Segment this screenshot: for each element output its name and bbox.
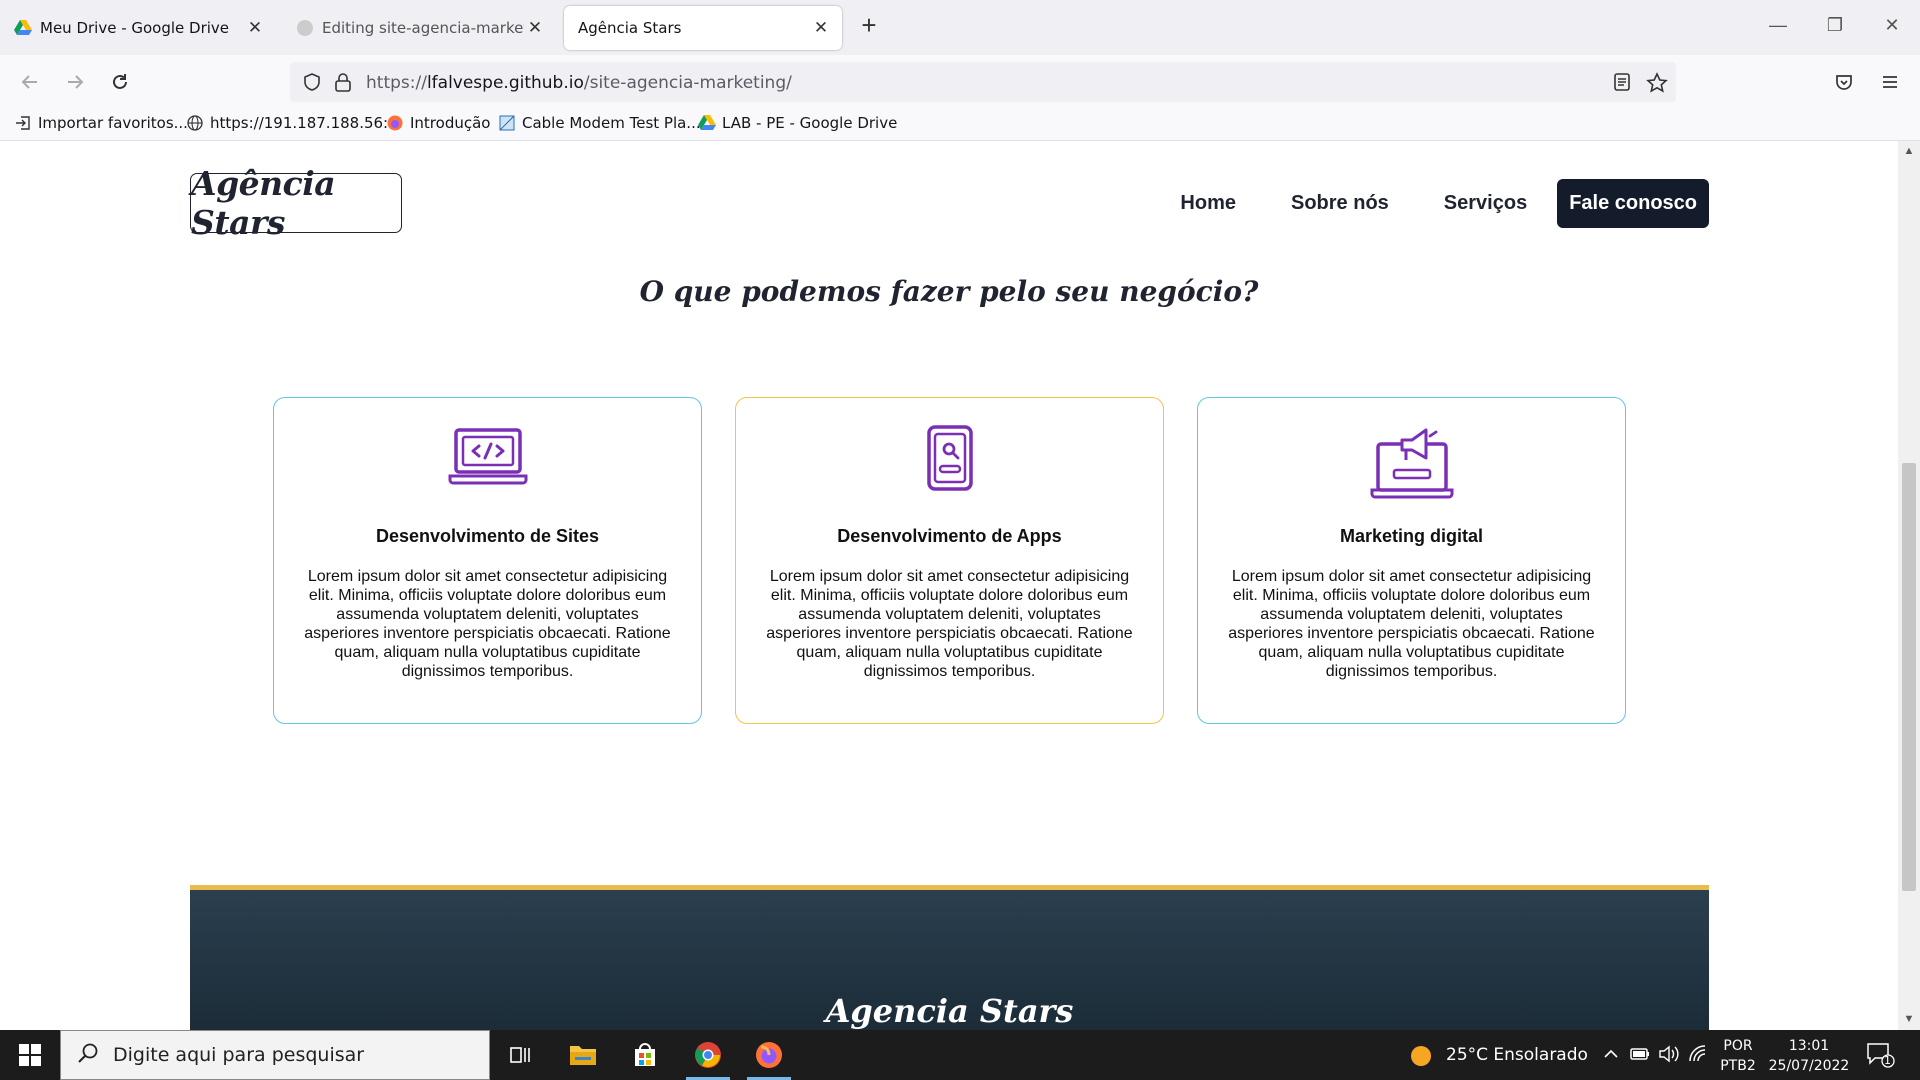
close-tab-icon[interactable]: ✕ (244, 17, 266, 39)
system-clock[interactable]: 13:01 25/07/2022 (1764, 1036, 1854, 1076)
service-card-sites: Desenvolvimento de Sites Lorem ipsum dol… (273, 397, 702, 724)
site-nav: Home Sobre nós Serviços Fale conosco (1125, 178, 1709, 228)
nav-about[interactable]: Sobre nós (1291, 192, 1389, 215)
service-card-apps: Desenvolvimento de Apps Lorem ipsum dolo… (735, 397, 1164, 724)
minimize-icon[interactable]: — (1758, 10, 1798, 40)
card-title: Marketing digital (1339, 526, 1483, 546)
menu-icon[interactable] (1874, 66, 1906, 98)
navigation-toolbar: https://lfalvespe.github.io/site-agencia… (0, 55, 1920, 107)
task-view-icon[interactable] (492, 1030, 548, 1080)
scrollbar-thumb[interactable] (1902, 463, 1916, 891)
google-drive-icon (698, 114, 716, 132)
footer-title: Agencia Stars (825, 992, 1074, 1030)
card-title: Desenvolvimento de Apps (837, 526, 1062, 546)
language-indicator[interactable]: POR PTB2 (1716, 1036, 1760, 1076)
restore-icon[interactable]: ❐ (1815, 10, 1855, 40)
smartphone-search-icon (925, 424, 975, 497)
url-text: https://lfalvespe.github.io/site-agencia… (366, 73, 792, 93)
nav-home[interactable]: Home (1180, 192, 1236, 215)
chrome-icon[interactable] (680, 1030, 736, 1080)
forward-icon[interactable] (59, 66, 91, 98)
bookmark-lab-drive[interactable]: LAB - PE - Google Drive (698, 114, 897, 132)
new-tab-button[interactable]: + (856, 12, 882, 39)
microsoft-store-icon[interactable] (617, 1030, 673, 1080)
bookmark-star-icon[interactable] (1646, 72, 1668, 99)
tab-agencia-stars[interactable]: Agência Stars ✕ (564, 6, 842, 50)
tab-editing[interactable]: Editing site-agencia-marketing/ ✕ (282, 6, 556, 50)
site-footer: Agencia Stars (190, 885, 1709, 1030)
firefox-icon (386, 114, 404, 132)
page-viewport: Agência Stars Home Sobre nós Serviços Fa… (0, 141, 1898, 1030)
scroll-down-icon[interactable]: ▼ (1903, 1013, 1915, 1025)
tab-strip: Meu Drive - Google Drive ✕ Editing site-… (0, 0, 1920, 55)
close-window-icon[interactable]: ✕ (1872, 10, 1912, 40)
search-icon (77, 1042, 99, 1069)
nav-services[interactable]: Serviços (1444, 192, 1527, 215)
bookmark-cable-modem[interactable]: Cable Modem Test Pla... (498, 114, 701, 132)
url-bar[interactable]: https://lfalvespe.github.io/site-agencia… (290, 62, 1676, 102)
weather-sun-icon[interactable] (1410, 1045, 1432, 1072)
section-title: O que podemos fazer pelo seu negócio? (639, 275, 1259, 308)
taskbar-search-input[interactable]: Digite aqui para pesquisar (60, 1030, 490, 1080)
notification-icon[interactable]: 1 (1866, 1042, 1896, 1073)
card-title: Desenvolvimento de Sites (375, 526, 600, 546)
bookmark-ip[interactable]: https://191.187.188.56:... (186, 114, 402, 132)
weather-text[interactable]: 25°C Ensolarado (1446, 1030, 1588, 1080)
pocket-icon[interactable] (1828, 66, 1860, 98)
wifi-icon[interactable] (1688, 1045, 1710, 1068)
file-explorer-icon[interactable] (555, 1030, 611, 1080)
card-text: Lorem ipsum dolor sit amet consectetur a… (304, 568, 671, 680)
card-text: Lorem ipsum dolor sit amet consectetur a… (1228, 568, 1595, 680)
windows-start-icon[interactable] (0, 1030, 60, 1080)
page-scrollbar[interactable]: ▲ ▼ (1898, 141, 1920, 1030)
close-tab-icon[interactable]: ✕ (810, 17, 832, 39)
card-text: Lorem ipsum dolor sit amet consectetur a… (766, 568, 1133, 680)
volume-icon[interactable] (1658, 1045, 1680, 1068)
site-header: Agência Stars Home Sobre nós Serviços Fa… (190, 164, 1709, 242)
globe-icon (186, 114, 204, 132)
chevron-up-icon[interactable] (1602, 1045, 1620, 1068)
contact-button[interactable]: Fale conosco (1557, 178, 1709, 228)
import-icon (14, 114, 32, 132)
reload-icon[interactable] (104, 66, 136, 98)
taskbar: Digite aqui para pesquisar 25°C Ensolara… (0, 1030, 1920, 1080)
bookmarks-bar: Importar favoritos... https://191.187.18… (0, 107, 1920, 141)
shield-icon[interactable] (302, 72, 322, 97)
firefox-icon[interactable] (741, 1030, 797, 1080)
site-logo[interactable]: Agência Stars (190, 164, 402, 242)
laptop-code-icon (448, 424, 528, 495)
battery-icon[interactable] (1630, 1045, 1650, 1068)
back-icon[interactable] (14, 66, 46, 98)
github-icon (296, 19, 314, 37)
close-tab-icon[interactable]: ✕ (524, 17, 546, 39)
bookmark-import[interactable]: Importar favoritos... (14, 114, 188, 132)
megaphone-laptop-icon (1370, 424, 1454, 507)
reader-view-icon[interactable] (1612, 72, 1632, 97)
tab-google-drive[interactable]: Meu Drive - Google Drive ✕ (0, 6, 276, 50)
google-drive-icon (14, 19, 32, 37)
bookmark-introducao[interactable]: Introdução (386, 114, 490, 132)
page-icon (498, 114, 516, 132)
scroll-up-icon[interactable]: ▲ (1903, 145, 1915, 157)
service-card-marketing: Marketing digital Lorem ipsum dolor sit … (1197, 397, 1626, 724)
lock-icon[interactable] (334, 72, 352, 97)
